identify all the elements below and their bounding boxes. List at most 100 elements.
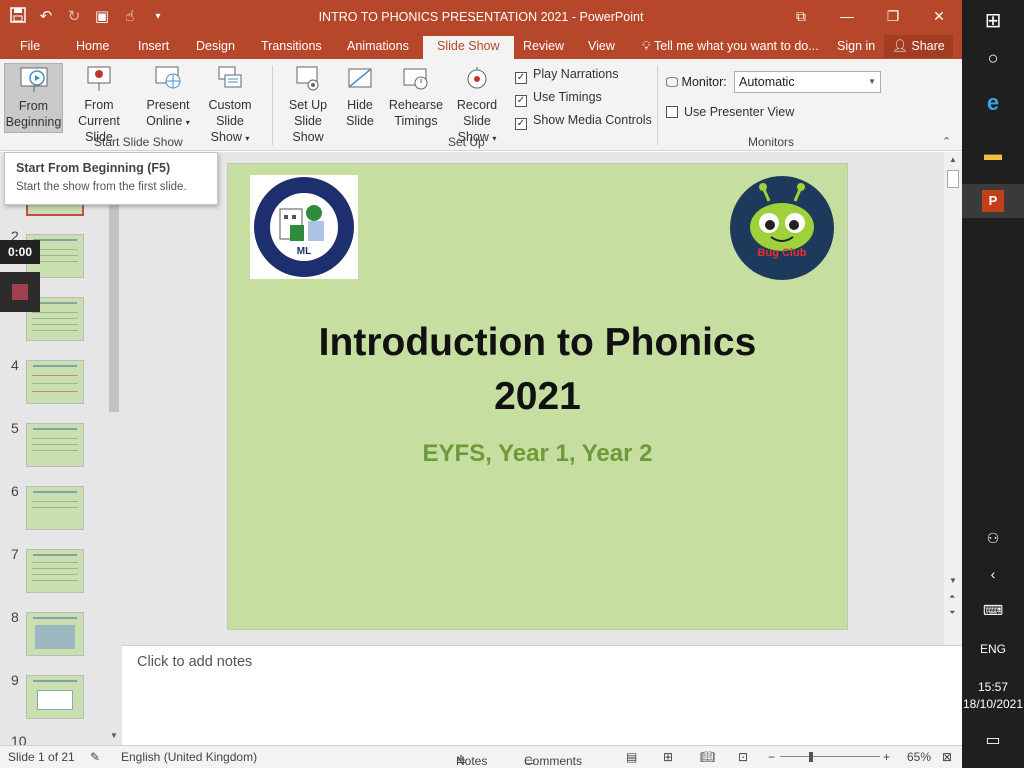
checkmark-icon: ✓: [515, 95, 527, 107]
language-indicator[interactable]: ENG: [962, 642, 1024, 656]
powerpoint-taskbar-item[interactable]: P: [962, 184, 1024, 218]
hide-slide-icon: [348, 68, 372, 88]
tab-file[interactable]: File: [20, 39, 40, 53]
next-slide-icon[interactable]: ⏷: [949, 608, 955, 618]
thumbnail-slide[interactable]: [26, 486, 84, 530]
chevron-left-icon[interactable]: ‹: [962, 566, 1024, 582]
zoom-slider[interactable]: [780, 756, 880, 757]
monitor-label: 🖵︎ Monitor:: [666, 75, 727, 89]
bug-club-label: Bug Club: [757, 247, 807, 259]
zoom-in-icon[interactable]: +: [883, 750, 890, 764]
zoom-slider-handle[interactable]: [809, 752, 813, 762]
keyboard-icon[interactable]: ⌨: [962, 602, 1024, 619]
slideshow-view-icon[interactable]: ⊡: [738, 750, 748, 764]
zoom-out-icon[interactable]: −: [768, 750, 775, 764]
slide-title[interactable]: Introduction to Phonics 2021: [228, 316, 847, 424]
ribbon-tabs: File Home Insert Design Transitions Anim…: [0, 34, 962, 59]
cortana-icon[interactable]: ○: [962, 48, 1024, 69]
group-label-monitors: Monitors: [748, 135, 795, 149]
slide-editor: ML Bug Club Introduction to Phonics 2021: [122, 152, 962, 645]
tab-view[interactable]: View: [588, 39, 615, 53]
thumbnail-slide[interactable]: [26, 360, 84, 404]
play-narrations-checkbox[interactable]: ✓ Play Narrations: [515, 67, 618, 84]
close-icon[interactable]: ✕: [916, 0, 962, 34]
stop-icon: [12, 284, 28, 300]
fit-to-window-icon[interactable]: ⊠: [942, 750, 952, 764]
reading-view-icon[interactable]: 📖︎: [700, 750, 715, 764]
restore-icon[interactable]: ❐: [870, 0, 916, 34]
thumbnail-number: 5: [11, 420, 19, 436]
ribbon-display-options-icon[interactable]: ⧉: [778, 0, 824, 34]
scroll-up-icon[interactable]: ▲: [949, 155, 957, 164]
people-icon[interactable]: ⚇: [962, 530, 1024, 547]
thumbnail-number: 9: [11, 672, 19, 688]
use-timings-checkbox[interactable]: ✓ Use Timings: [515, 90, 602, 107]
tab-review[interactable]: Review: [523, 39, 564, 53]
share-button[interactable]: 👤︎ Share: [884, 35, 953, 58]
present-online-icon: [155, 66, 181, 89]
zoom-level[interactable]: 65%: [907, 750, 931, 764]
dropdown-arrow-icon: ▾: [245, 134, 250, 143]
edge-icon[interactable]: e: [962, 90, 1024, 116]
slide[interactable]: ML Bug Club Introduction to Phonics 2021: [227, 163, 848, 630]
thumbnail-slide[interactable]: [26, 423, 84, 467]
slide-subtitle[interactable]: EYFS, Year 1, Year 2: [228, 440, 847, 468]
custom-slide-show-button[interactable]: Custom Slide Show ▾: [194, 63, 266, 147]
file-explorer-icon[interactable]: ▬: [962, 144, 1024, 165]
normal-view-icon[interactable]: ▤: [626, 750, 637, 764]
lightbulb-icon: 💡︎: [642, 39, 651, 53]
dropdown-arrow-icon: ▾: [185, 118, 190, 127]
rehearse-timings-button[interactable]: Rehearse Timings: [388, 63, 444, 129]
slide-sorter-icon[interactable]: ⊞: [663, 750, 673, 764]
monitor-select[interactable]: Automatic ▼: [734, 71, 881, 93]
svg-text:ML: ML: [297, 246, 311, 257]
tab-design[interactable]: Design: [196, 39, 235, 53]
chevron-down-icon: ▼: [868, 77, 876, 86]
minimize-icon[interactable]: —: [824, 0, 870, 34]
thumbnail-number: 8: [11, 609, 19, 625]
powerpoint-icon: P: [982, 190, 1004, 212]
windows-start-icon[interactable]: ⊞: [962, 8, 1024, 33]
from-beginning-button[interactable]: From Beginning: [4, 63, 63, 133]
notes-placeholder: Click to add notes: [137, 654, 253, 670]
record-show-icon: [467, 67, 487, 89]
notifications-icon[interactable]: ▭: [962, 730, 1024, 750]
notes-pane[interactable]: Click to add notes: [122, 645, 962, 745]
tell-me-search[interactable]: 💡︎ Tell me what you want to do...: [642, 39, 819, 54]
tab-insert[interactable]: Insert: [138, 39, 169, 53]
thumbnail-slide[interactable]: [26, 549, 84, 593]
clock-time[interactable]: 15:57: [962, 680, 1024, 694]
rehearse-timings-icon: [403, 68, 428, 90]
tab-animations[interactable]: Animations: [347, 39, 409, 53]
scroll-down-icon[interactable]: ▼: [949, 576, 957, 585]
scroll-down-icon[interactable]: ▼: [110, 731, 118, 740]
hide-slide-button[interactable]: Hide Slide: [342, 63, 378, 129]
language-indicator[interactable]: English (United Kingdom): [121, 750, 257, 764]
scrollbar-thumb[interactable]: [109, 200, 119, 412]
media-timer: 0:00: [0, 240, 40, 264]
tab-home[interactable]: Home: [76, 39, 109, 53]
use-presenter-view-checkbox[interactable]: Use Presenter View: [666, 105, 794, 119]
tab-transitions[interactable]: Transitions: [261, 39, 322, 53]
spellcheck-icon[interactable]: ✎: [90, 750, 100, 764]
previous-slide-icon[interactable]: ⏶: [949, 592, 955, 602]
thumbnail-scrollbar[interactable]: ▼: [106, 152, 122, 745]
school-logo: ML: [250, 175, 358, 279]
stop-button[interactable]: [0, 272, 40, 312]
tab-slide-show[interactable]: Slide Show: [423, 36, 514, 59]
collapse-ribbon-icon[interactable]: ⌃: [942, 135, 951, 148]
thumbnail-slide[interactable]: [26, 675, 84, 719]
sign-in-link[interactable]: Sign in: [837, 39, 875, 53]
set-up-slide-show-button[interactable]: Set Up Slide Show: [278, 63, 338, 145]
clock-date[interactable]: 18/10/2021: [962, 697, 1024, 711]
from-current-slide-button[interactable]: From Current Slide: [64, 63, 134, 145]
thumbnail-number: 6: [11, 483, 19, 499]
thumbnail-slide[interactable]: [26, 612, 84, 656]
scrollbar-thumb[interactable]: [947, 170, 959, 188]
slideshow-current-icon: [87, 66, 111, 91]
group-divider: [272, 65, 273, 145]
present-online-button[interactable]: Present Online ▾: [140, 63, 196, 131]
show-media-controls-checkbox[interactable]: ✓ Show Media Controls: [515, 113, 652, 130]
thumbnail-number: 7: [11, 546, 19, 562]
slide-scrollbar[interactable]: ▲ ▼ ⏶ ⏷: [944, 152, 962, 645]
